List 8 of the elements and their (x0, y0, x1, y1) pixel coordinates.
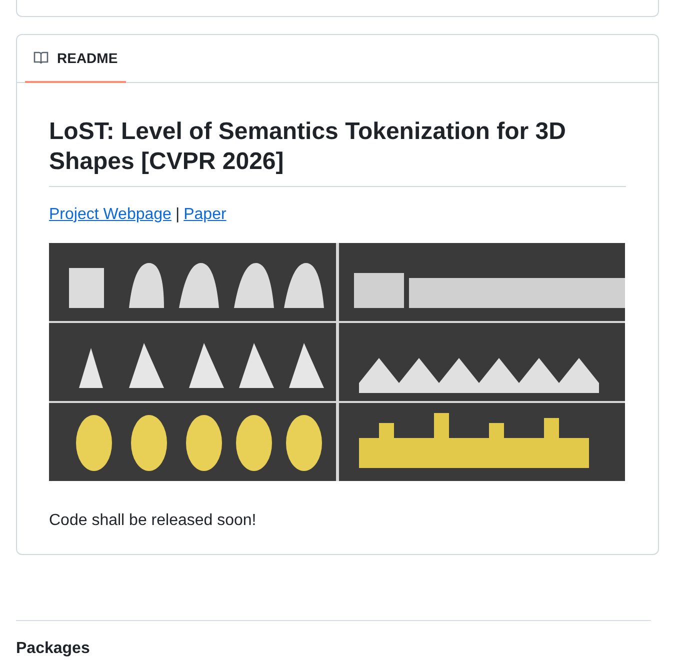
link-separator: | (175, 205, 180, 225)
readme-tab[interactable]: README (25, 35, 126, 83)
book-icon (33, 50, 49, 66)
link[interactable]: Project Webpage (49, 203, 172, 227)
section-heading: Packages (16, 639, 91, 659)
link[interactable]: Paper (184, 203, 226, 227)
readme-title: LoST: Level of Semantics Tokenization for 3D Shapes [CVPR 2026] (49, 117, 626, 187)
readme-text: Code shall be released soon! (49, 511, 258, 531)
